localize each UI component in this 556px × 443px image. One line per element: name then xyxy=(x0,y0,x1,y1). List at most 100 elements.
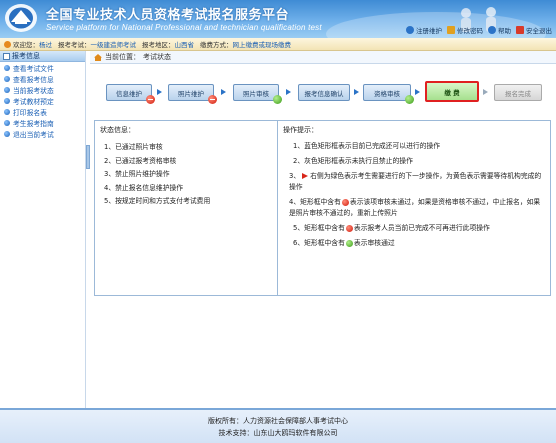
change-password-link[interactable]: 修改密码 xyxy=(447,25,483,35)
approved-icon xyxy=(273,95,282,104)
tip-item: 5、矩形框中含有 表示报考人员当前已完成不可再进行此项操作 xyxy=(293,223,545,234)
tip-text: 4、矩形框中含有 表示该项审核未通过，如果是资格审核不通过，中止报名，如果是照片审… xyxy=(289,197,545,219)
sidebar-item-label: 查看考试文件 xyxy=(13,64,54,73)
sidebar-item-label: 打印报名表 xyxy=(13,108,47,117)
arrow-right-icon xyxy=(415,89,420,95)
site-title: 全国专业技术人员资格考试报名服务平台 xyxy=(46,8,290,23)
tip-text: 5、矩形框中含有 表示报考人员当前已完成不可再进行此项操作 xyxy=(293,223,545,234)
sidebar-item-textbook-order[interactable]: 考试教材预定 xyxy=(0,95,85,106)
tip-item: 6、矩形框中含有 表示审核通过 xyxy=(293,238,545,249)
tip-item: 4、矩形框中含有 表示该项审核未通过，如果是资格审核不通过，中止报名，如果是照片审… xyxy=(289,197,545,219)
tip-body: 表示审核通过 xyxy=(353,239,395,247)
help-link-label: 帮助 xyxy=(498,27,511,35)
register-icon xyxy=(406,26,414,34)
logout-link[interactable]: 安全退出 xyxy=(516,25,552,35)
bullet-icon xyxy=(4,119,10,126)
step-photo-review[interactable]: 照片审核 xyxy=(233,84,282,104)
breadcrumb: 当前位置： 考试状态 xyxy=(90,51,556,64)
user-name: 杨过 xyxy=(39,41,52,49)
header-links: 注册维护 修改密码 帮助 安全退出 xyxy=(406,25,552,35)
tip-text: 2、灰色矩形框表示未执行且禁止的操作 xyxy=(293,157,413,165)
step-payment[interactable]: 缴 费 xyxy=(425,81,479,102)
step-confirm-registration[interactable]: 报考信息确认 xyxy=(298,84,350,101)
arrow-right-icon xyxy=(157,89,162,95)
tech-support-text: 技术支持：山东山大鸥玛软件有限公司 xyxy=(218,429,338,437)
exit-icon xyxy=(516,26,524,34)
breadcrumb-current: 考试状态 xyxy=(143,53,171,61)
bullet-icon xyxy=(4,64,10,71)
rejected-icon xyxy=(146,95,155,104)
rejected-icon xyxy=(208,95,217,104)
step-photo-maintenance[interactable]: 照片维护 xyxy=(168,84,217,104)
copyright-text: 版权所有：人力资源社会保障部人事考试中心 xyxy=(208,417,348,425)
sidebar-item-exit-exam[interactable]: 退出当前考试 xyxy=(0,128,85,139)
step-label: 报名完成 xyxy=(505,89,531,98)
sidebar-item-view-exam-files[interactable]: 查看考试文件 xyxy=(0,62,85,73)
blocked-icon xyxy=(345,224,353,232)
bullet-icon xyxy=(4,130,10,137)
site-footer: 版权所有：人力资源社会保障部人事考试中心 技术支持：山东山大鸥玛软件有限公司 xyxy=(0,408,556,443)
sidebar-item-label: 退出当前考试 xyxy=(13,130,54,139)
tip-number: 6、矩形框中含有 xyxy=(293,239,345,247)
tip-number: 3、 xyxy=(289,172,301,180)
sidebar-header: 报考信息 xyxy=(0,51,85,62)
site-header: 全国专业技术人员资格考试报名服务平台 Service platform for … xyxy=(0,0,556,38)
region-label: 报考地区： xyxy=(142,41,175,49)
minus-box-icon xyxy=(3,52,10,60)
tip-text: 1、蓝色矩形框表示目前已完成还可以进行的操作 xyxy=(293,142,441,150)
info-panels: 状态信息： 1、已通过照片审核 2、已通过报考资格审核 3、禁止照片维护操作 4… xyxy=(94,120,551,296)
bullet-icon xyxy=(4,108,10,115)
step-qualification-review[interactable]: 资格审核 xyxy=(363,84,414,104)
approved-icon xyxy=(405,95,414,104)
arrow-right-icon xyxy=(354,89,359,95)
arrow-right-icon xyxy=(221,89,226,95)
arrow-right-icon xyxy=(286,89,291,95)
sidebar-item-label: 考试教材预定 xyxy=(13,97,54,106)
tip-text: 6、矩形框中含有 表示审核通过 xyxy=(293,238,545,249)
tip-item: 1、蓝色矩形框表示目前已完成还可以进行的操作 xyxy=(293,141,545,152)
change-password-label: 修改密码 xyxy=(457,27,483,35)
progress-steps: 信息维护 照片维护 照片审核 报考信息确认 资格审核 缴 费 报名完成 xyxy=(90,68,556,110)
status-item: 3、禁止照片维护操作 xyxy=(104,170,170,178)
help-icon xyxy=(488,26,496,34)
tip-number: 4、矩形框中含有 xyxy=(289,198,341,206)
home-icon xyxy=(94,53,102,61)
tip-body: 右侧为绿色表示考生需要进行的下一步操作，为黄色表示需要等待机构完成的操作 xyxy=(289,172,542,191)
step-info-maintenance[interactable]: 信息维护 xyxy=(106,84,155,104)
status-item: 4、禁止报名信息维护操作 xyxy=(104,183,184,192)
step-registration-complete: 报名完成 xyxy=(494,84,542,101)
tip-item: 2、灰色矩形框表示未执行且禁止的操作 xyxy=(293,156,545,167)
help-link[interactable]: 帮助 xyxy=(488,25,511,35)
logout-link-label: 安全退出 xyxy=(526,27,552,35)
payment-label: 缴费方式： xyxy=(200,41,233,49)
welcome-label: 欢迎您： xyxy=(13,41,39,49)
arrow-right-icon xyxy=(483,89,488,95)
step-label: 缴 费 xyxy=(444,88,460,97)
sidebar-item-print-form[interactable]: 打印报名表 xyxy=(0,106,85,117)
payment-value: 网上缴费或现场缴费 xyxy=(232,41,292,49)
region-value: 山西省 xyxy=(174,41,195,49)
user-info-bar: 欢迎您： 杨过 报考考试： 一级建造师考试 报考地区： 山西省 缴费方式： 网上… xyxy=(0,38,556,51)
user-icon xyxy=(4,40,11,48)
register-link-label: 注册维护 xyxy=(416,27,442,35)
sidebar-item-label: 查看报考信息 xyxy=(13,75,54,84)
bullet-icon xyxy=(4,75,10,82)
main-content: 当前位置： 考试状态 信息维护 照片维护 照片审核 报考信息确认 资格审核 缴 … xyxy=(90,51,556,408)
approved-icon xyxy=(345,239,353,247)
exam-value: 一级建造师考试 xyxy=(90,41,137,49)
bullet-icon xyxy=(4,97,10,104)
sidebar-item-current-status[interactable]: 当前报考状态 xyxy=(0,84,85,95)
status-item: 2、已通过报考资格审核 xyxy=(104,156,177,165)
sidebar-item-label: 当前报考状态 xyxy=(13,86,54,95)
site-subtitle: Service platform for National Profession… xyxy=(46,23,322,32)
sidebar-item-guide[interactable]: 考生报考指南 xyxy=(0,117,85,128)
sidebar-item-view-registration[interactable]: 查看报考信息 xyxy=(0,73,85,84)
status-item: 1、已通过照片审核 xyxy=(104,143,163,151)
step-label: 信息维护 xyxy=(116,89,142,98)
rejected-icon xyxy=(341,198,349,206)
lock-icon xyxy=(447,26,455,34)
step-label: 资格审核 xyxy=(374,89,400,98)
step-label: 报考信息确认 xyxy=(304,89,344,98)
breadcrumb-label: 当前位置： xyxy=(105,53,140,61)
register-link[interactable]: 注册维护 xyxy=(406,25,442,35)
